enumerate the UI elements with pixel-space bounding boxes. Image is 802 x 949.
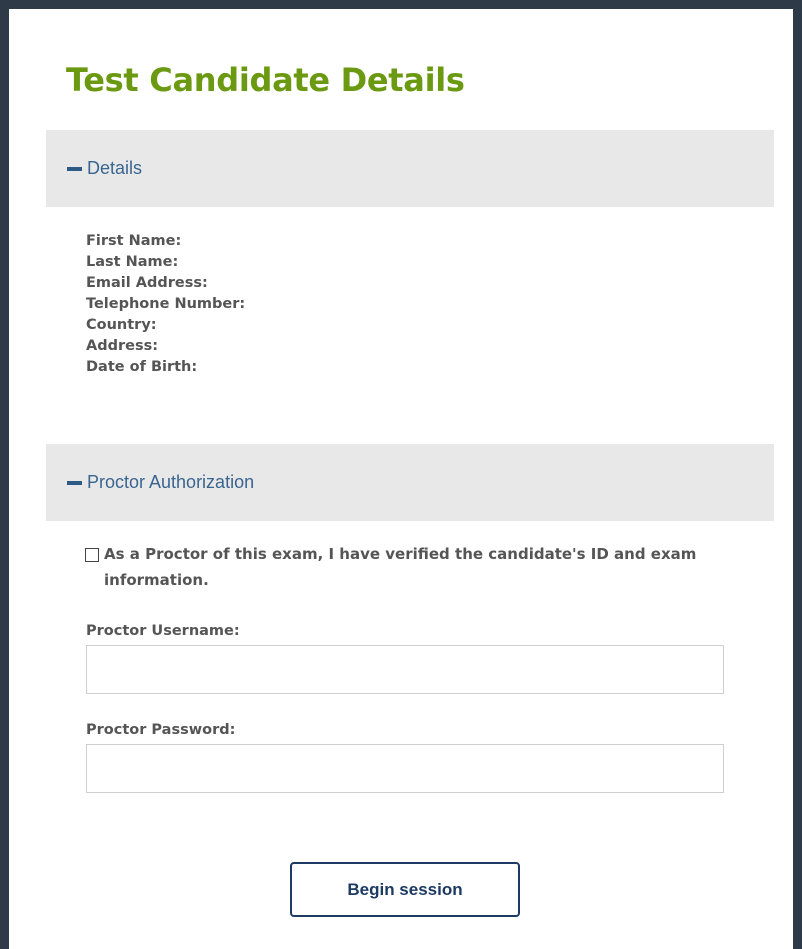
date-of-birth-label: Date of Birth: bbox=[86, 359, 198, 375]
telephone-number-label: Telephone Number: bbox=[86, 296, 246, 312]
proctor-authorization-section-label: Proctor Authorization bbox=[87, 472, 255, 492]
collapse-minus-icon bbox=[67, 166, 82, 171]
proctor-password-label: Proctor Password: bbox=[86, 722, 236, 738]
page-title: Test Candidate Details bbox=[66, 61, 465, 99]
begin-session-button[interactable]: Begin session bbox=[290, 862, 520, 917]
country-label: Country: bbox=[86, 317, 157, 333]
first-name-label: First Name: bbox=[86, 233, 182, 249]
candidate-detail-list: First Name: Last Name: Email Address: Te… bbox=[86, 231, 245, 378]
email-address-label: Email Address: bbox=[86, 275, 208, 291]
collapse-minus-icon bbox=[67, 480, 82, 485]
proctor-username-label: Proctor Username: bbox=[86, 623, 240, 639]
proctor-verification-checkbox[interactable] bbox=[85, 548, 99, 562]
proctor-verification-row[interactable]: As a Proctor of this exam, I have verifi… bbox=[85, 544, 744, 593]
candidate-details-panel: Test Candidate Details Details First Nam… bbox=[9, 9, 793, 949]
proctor-username-input[interactable] bbox=[86, 645, 724, 694]
details-section-label: Details bbox=[87, 158, 143, 178]
proctor-authorization-section-header[interactable]: Proctor Authorization bbox=[46, 444, 774, 521]
proctor-password-input[interactable] bbox=[86, 744, 724, 793]
proctor-verification-text: As a Proctor of this exam, I have verifi… bbox=[104, 545, 697, 589]
details-section-header[interactable]: Details bbox=[46, 130, 774, 207]
last-name-label: Last Name: bbox=[86, 254, 179, 270]
address-label: Address: bbox=[86, 338, 159, 354]
